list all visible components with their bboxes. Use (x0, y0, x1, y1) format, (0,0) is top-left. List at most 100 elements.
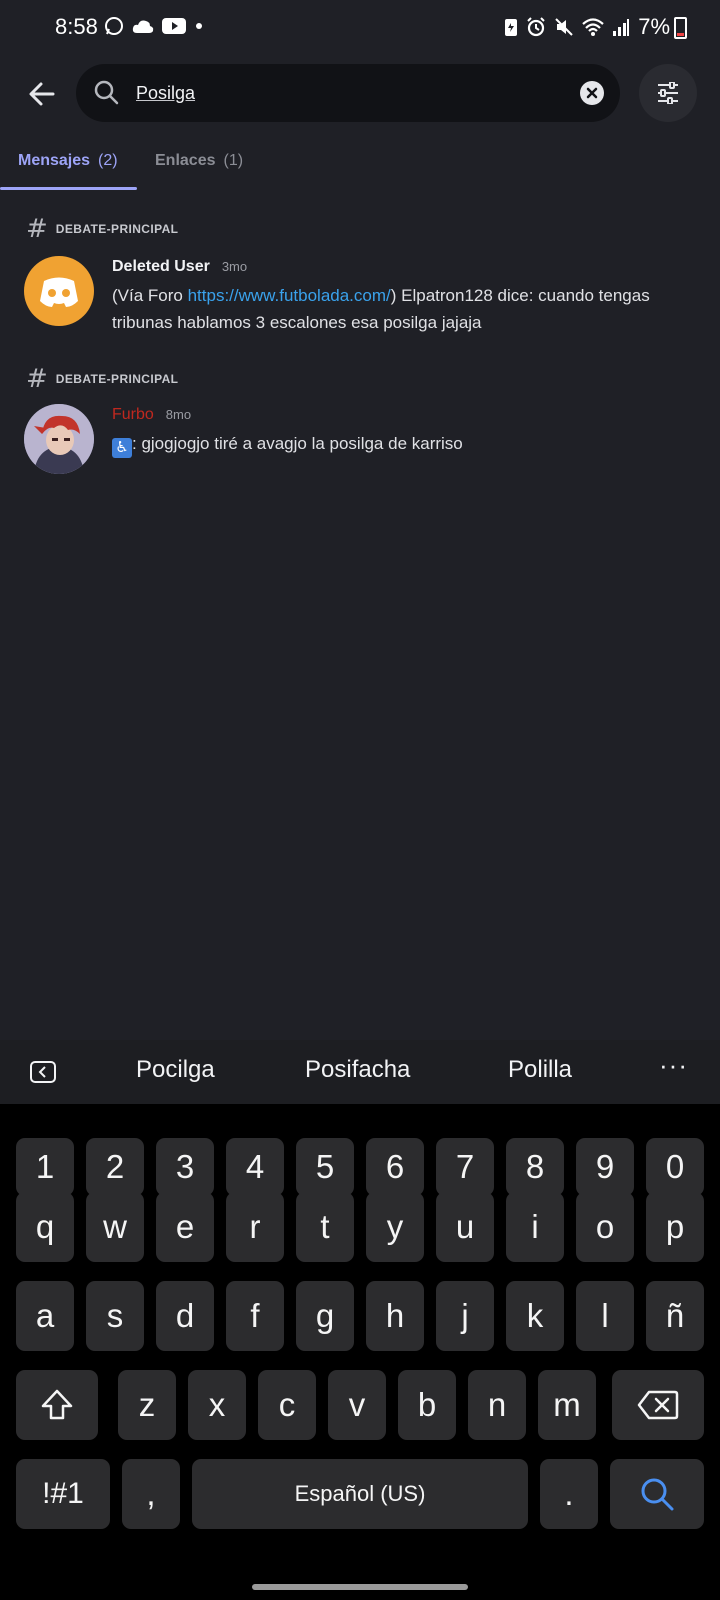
key-enye[interactable]: ñ (646, 1281, 704, 1351)
suggestion-1[interactable]: Pocilga (136, 1056, 215, 1084)
suggestion-3[interactable]: Polilla (508, 1056, 572, 1084)
key-7[interactable]: 7 (436, 1138, 494, 1196)
battery-icon (674, 17, 687, 39)
key-g[interactable]: g (296, 1281, 354, 1351)
key-p[interactable]: p (646, 1192, 704, 1262)
sliders-icon (658, 82, 678, 104)
tab-links-label: Enlaces (155, 152, 216, 169)
symbols-key[interactable]: !#1 (16, 1459, 110, 1529)
key-c[interactable]: c (258, 1370, 316, 1440)
channel-row: # DEBATE-PRINCIPAL (26, 216, 178, 242)
battery-saver-icon (505, 19, 518, 36)
wheelchair-emoji-icon: ♿ (112, 438, 132, 458)
search-result[interactable]: # DEBATE-PRINCIPAL Deleted User 3mo (Vía… (0, 212, 720, 342)
avatar[interactable] (24, 404, 94, 474)
youtube-icon (162, 18, 186, 34)
tab-links-count: (1) (223, 152, 244, 169)
key-m[interactable]: m (538, 1370, 596, 1440)
key-5[interactable]: 5 (296, 1138, 354, 1196)
key-i[interactable]: i (506, 1192, 564, 1262)
dot-icon (196, 23, 202, 29)
keyboard-toolbar-toggle-icon[interactable] (30, 1060, 56, 1084)
key-8[interactable]: 8 (506, 1138, 564, 1196)
author-name[interactable]: Furbo (112, 406, 154, 424)
key-f[interactable]: f (226, 1281, 284, 1351)
key-4[interactable]: 4 (226, 1138, 284, 1196)
key-9[interactable]: 9 (576, 1138, 634, 1196)
arrow-left-icon (29, 82, 55, 106)
system-icons: 7% (504, 14, 670, 40)
key-q[interactable]: q (16, 1192, 74, 1262)
message-text-before: (Vía Foro (112, 286, 188, 305)
author-row: Furbo 8mo (112, 406, 191, 424)
timestamp: 8mo (165, 407, 192, 422)
suggestion-2[interactable]: Posifacha (305, 1056, 410, 1084)
tab-links[interactable]: Enlaces (1) (155, 152, 243, 170)
key-0[interactable]: 0 (646, 1138, 704, 1196)
channel-name: DEBATE-PRINCIPAL (55, 222, 179, 236)
key-d[interactable]: d (156, 1281, 214, 1351)
key-u[interactable]: u (436, 1192, 494, 1262)
key-y[interactable]: y (366, 1192, 424, 1262)
key-o[interactable]: o (576, 1192, 634, 1262)
key-v[interactable]: v (328, 1370, 386, 1440)
key-j[interactable]: j (436, 1281, 494, 1351)
key-h[interactable]: h (366, 1281, 424, 1351)
key-l[interactable]: l (576, 1281, 634, 1351)
channel-name: DEBATE-PRINCIPAL (55, 372, 179, 386)
channel-row: # DEBATE-PRINCIPAL (26, 366, 178, 392)
search-action-key[interactable] (610, 1459, 704, 1529)
hashtag-icon: # (26, 214, 48, 244)
space-key[interactable]: Español (US) (192, 1459, 528, 1529)
period-key[interactable]: . (540, 1459, 598, 1529)
tab-messages-count: (2) (98, 152, 118, 169)
key-w[interactable]: w (86, 1192, 144, 1262)
search-result[interactable]: # DEBATE-PRINCIPAL Furbo 8mo ♿: gjogjogj… (0, 362, 720, 492)
filter-button[interactable] (639, 64, 697, 122)
key-k[interactable]: k (506, 1281, 564, 1351)
keyboard-suggestion-bar: Pocilga Posifacha Polilla ··· (0, 1040, 720, 1104)
backspace-key[interactable] (612, 1370, 704, 1440)
key-3[interactable]: 3 (156, 1138, 214, 1196)
user-avatar-image (24, 404, 94, 474)
message-text-after: : gjogjogjo tiré a avagjo la posilga de … (132, 434, 463, 453)
tab-messages[interactable]: Mensajes (2) (18, 152, 118, 170)
avatar[interactable] (24, 256, 94, 326)
notification-icons (104, 16, 204, 36)
hashtag-icon: # (26, 364, 48, 394)
more-options-button[interactable]: ··· (659, 1050, 688, 1081)
timestamp: 3mo (221, 259, 248, 274)
signal-icon (613, 19, 630, 36)
author-row: Deleted User 3mo (112, 258, 247, 276)
message-link[interactable]: https://www.futbolada.com/ (188, 286, 391, 305)
key-x[interactable]: x (188, 1370, 246, 1440)
shift-arrow-icon (41, 1389, 73, 1420)
key-2[interactable]: 2 (86, 1138, 144, 1196)
whatsapp-icon (105, 17, 123, 35)
search-bar[interactable] (76, 64, 620, 122)
key-6[interactable]: 6 (366, 1138, 424, 1196)
search-icon (94, 80, 119, 105)
clear-search-button[interactable] (580, 81, 604, 105)
key-t[interactable]: t (296, 1192, 354, 1262)
battery-percent: 7% (638, 14, 670, 39)
key-b[interactable]: b (398, 1370, 456, 1440)
mute-icon (555, 18, 573, 36)
message-text: (Vía Foro https://www.futbolada.com/) El… (112, 282, 682, 336)
home-indicator[interactable] (252, 1584, 468, 1590)
backspace-icon (637, 1390, 679, 1420)
author-name[interactable]: Deleted User (112, 258, 210, 276)
shift-key[interactable] (16, 1370, 98, 1440)
key-1[interactable]: 1 (16, 1138, 74, 1196)
key-n[interactable]: n (468, 1370, 526, 1440)
key-z[interactable]: z (118, 1370, 176, 1440)
key-r[interactable]: r (226, 1192, 284, 1262)
search-input[interactable] (136, 78, 536, 108)
wifi-icon (582, 18, 604, 36)
key-e[interactable]: e (156, 1192, 214, 1262)
key-s[interactable]: s (86, 1281, 144, 1351)
comma-key[interactable]: , (122, 1459, 180, 1529)
back-button[interactable] (22, 74, 62, 114)
close-icon (586, 87, 598, 99)
key-a[interactable]: a (16, 1281, 74, 1351)
